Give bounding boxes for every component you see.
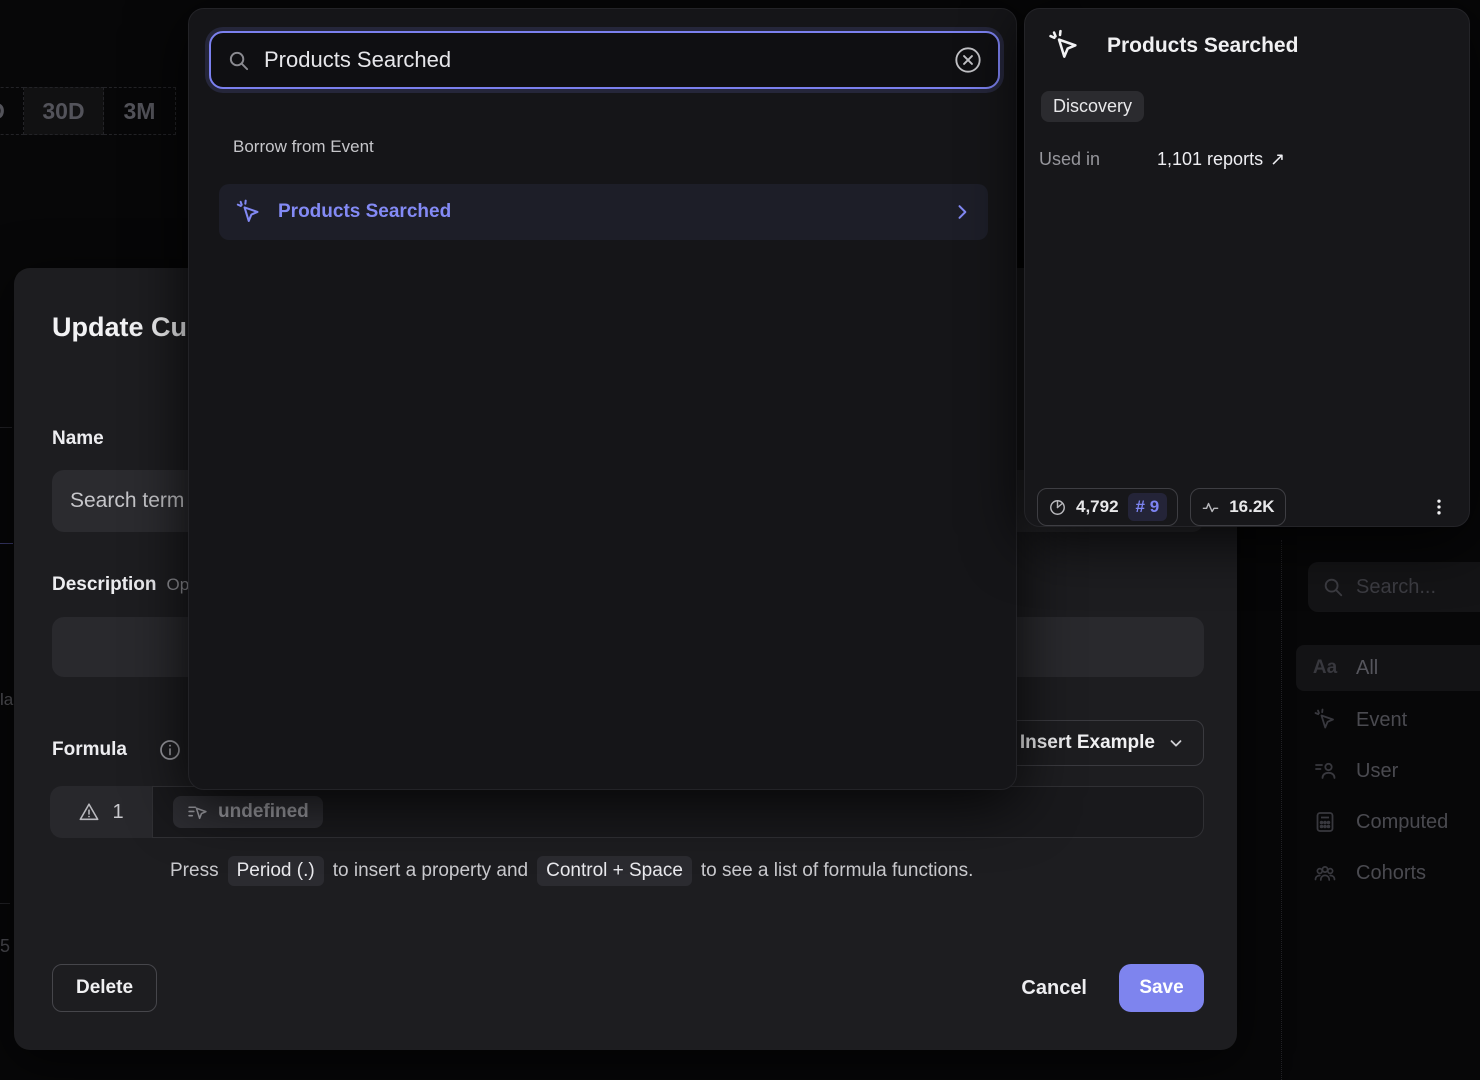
rank-badge: # 9	[1128, 493, 1168, 521]
kebab-menu-icon	[1429, 497, 1449, 517]
cancel-button[interactable]: Cancel	[1021, 964, 1087, 1012]
app-screen: D 30D 3M la 5 Aa All Event User	[0, 0, 1480, 1080]
chevron-down-icon	[1167, 734, 1185, 752]
formula-error-counter[interactable]: 1	[50, 786, 152, 838]
description-label-text: Description	[52, 574, 157, 595]
sidebar-item-label: All	[1356, 657, 1378, 680]
volume-pill[interactable]: 16.2K	[1190, 488, 1285, 526]
computed-icon	[1312, 809, 1338, 835]
sidebar-search-field	[1356, 576, 1476, 599]
hint-text: Press	[170, 860, 219, 882]
search-icon	[1322, 576, 1344, 598]
time-range-30d: 30D	[24, 87, 104, 135]
chart-gridline	[0, 903, 10, 904]
sidebar-item-label: Computed	[1356, 811, 1448, 834]
event-search-field[interactable]	[264, 47, 940, 73]
formula-hint: Press Period (.) to insert a property an…	[170, 856, 973, 886]
time-range-segmented-control: D 30D 3M	[0, 87, 176, 135]
used-in-reports-link[interactable]: 1,101 reports ↗	[1157, 149, 1285, 170]
modal-title: Update Cu	[52, 312, 187, 343]
delete-button[interactable]: Delete	[52, 964, 157, 1012]
category-badge: Discovery	[1041, 91, 1144, 122]
kbd-period: Period (.)	[228, 856, 324, 886]
used-in-label: Used in	[1039, 149, 1157, 170]
used-in-row: Used in 1,101 reports ↗	[1039, 149, 1285, 170]
sidebar-item-label: Event	[1356, 709, 1407, 732]
formula-input[interactable]: undefined	[152, 786, 1204, 838]
name-label: Name	[52, 428, 104, 450]
hint-text: to insert a property and	[333, 860, 528, 882]
sidebar-search-input	[1308, 562, 1480, 612]
event-icon	[235, 199, 262, 226]
event-detail-panel: Products Searched Discovery Used in 1,10…	[1024, 8, 1470, 527]
kbd-control-space: Control + Space	[537, 856, 692, 886]
insert-example-button[interactable]: Insert Example	[1001, 720, 1204, 766]
event-count-value: 4,792	[1076, 497, 1119, 517]
activity-icon	[1201, 498, 1220, 517]
clear-search-button[interactable]	[954, 46, 982, 74]
time-range-7d: D	[0, 87, 24, 135]
cohorts-icon	[1312, 860, 1338, 886]
property-type-sidebar: Aa All Event User Computed Cohorts	[1296, 556, 1480, 1080]
chart-gridline	[0, 427, 12, 428]
chart-axis-fragment: 5	[0, 936, 10, 957]
info-icon[interactable]	[158, 738, 182, 762]
property-token-icon	[187, 804, 208, 821]
insert-example-label: Insert Example	[1020, 732, 1155, 754]
detail-header: Products Searched	[1047, 29, 1298, 63]
text-type-icon: Aa	[1312, 655, 1338, 681]
event-result-row[interactable]: Products Searched	[219, 184, 988, 240]
hint-text: to see a list of formula functions.	[701, 860, 973, 882]
close-circle-icon	[954, 46, 982, 74]
error-count: 1	[112, 801, 123, 824]
event-icon	[1047, 29, 1081, 63]
more-options-button[interactable]	[1421, 488, 1457, 526]
panel-divider	[1281, 540, 1282, 1080]
sidebar-item-label: User	[1356, 760, 1398, 783]
sidebar-item-cohorts: Cohorts	[1296, 850, 1480, 896]
formula-token-label: undefined	[218, 801, 309, 823]
sidebar-item-event: Event	[1296, 697, 1480, 743]
save-button[interactable]: Save	[1119, 964, 1204, 1012]
detail-stats-row: 4,792 # 9 16.2K	[1037, 488, 1286, 526]
borrow-from-event-header: Borrow from Event	[233, 137, 374, 157]
sidebar-item-all: Aa All	[1296, 645, 1480, 691]
formula-token-chip[interactable]: undefined	[173, 796, 323, 828]
volume-value: 16.2K	[1229, 497, 1274, 517]
time-range-3m: 3M	[104, 87, 176, 135]
chart-series-line	[0, 543, 13, 544]
event-result-label: Products Searched	[278, 201, 936, 223]
formula-label: Formula	[52, 739, 127, 761]
used-in-value: 1,101 reports	[1157, 149, 1263, 170]
event-search-box	[209, 31, 1000, 89]
external-link-icon: ↗	[1270, 149, 1285, 170]
formula-editor-row: 1 undefined	[50, 786, 1204, 838]
pie-chart-icon	[1048, 498, 1067, 517]
event-count-pill[interactable]: 4,792 # 9	[1037, 488, 1178, 526]
sidebar-item-label: Cohorts	[1356, 862, 1426, 885]
event-icon	[1312, 707, 1338, 733]
user-icon	[1312, 758, 1338, 784]
detail-title: Products Searched	[1107, 34, 1298, 58]
warning-icon	[78, 801, 100, 823]
event-search-overlay: Borrow from Event Products Searched	[188, 8, 1017, 790]
chart-axis-fragment: la	[0, 690, 13, 710]
sidebar-item-user: User	[1296, 748, 1480, 794]
search-icon	[227, 49, 250, 72]
sidebar-item-computed: Computed	[1296, 799, 1480, 845]
chevron-right-icon	[952, 202, 972, 222]
